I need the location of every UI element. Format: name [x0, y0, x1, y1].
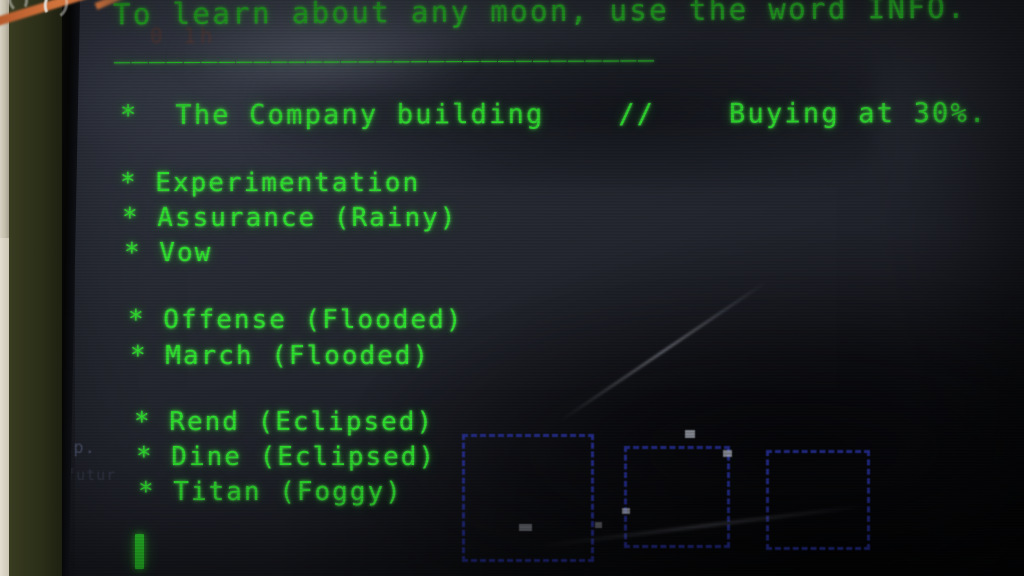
company-building-row[interactable]: * The Company building // Buying at 30%.	[120, 98, 987, 131]
moon-list-item-experimentation[interactable]: * Experimentation	[120, 168, 420, 198]
moon-list-item-rend[interactable]: * Rend (Eclipsed)	[134, 407, 434, 437]
moon-list-item-assurance[interactable]: * Assurance (Rainy)	[122, 203, 457, 233]
moon-list-item-vow[interactable]: * Vow	[124, 238, 212, 268]
terminal-header-line: To learn about any moon, use the word IN…	[112, 0, 968, 32]
terminal-divider: _______________________________	[113, 31, 656, 64]
monitor-bezel	[8, 0, 62, 576]
moon-list-item-titan[interactable]: * Titan (Foggy)	[138, 477, 403, 507]
bezel-light-strip-lower	[0, 238, 9, 576]
terminal-text-layer: To learn about any moon, use the word IN…	[0, 0, 1024, 576]
moon-list-item-march[interactable]: * March (Flooded)	[130, 341, 430, 371]
terminal-screenshot: eside he ship. ro futur 0 1h To learn ab…	[0, 0, 1024, 576]
moon-list-item-dine[interactable]: * Dine (Eclipsed)	[136, 442, 436, 472]
moon-list-item-offense[interactable]: * Offense (Flooded)	[128, 305, 463, 335]
text-cursor-caret[interactable]	[135, 534, 144, 569]
